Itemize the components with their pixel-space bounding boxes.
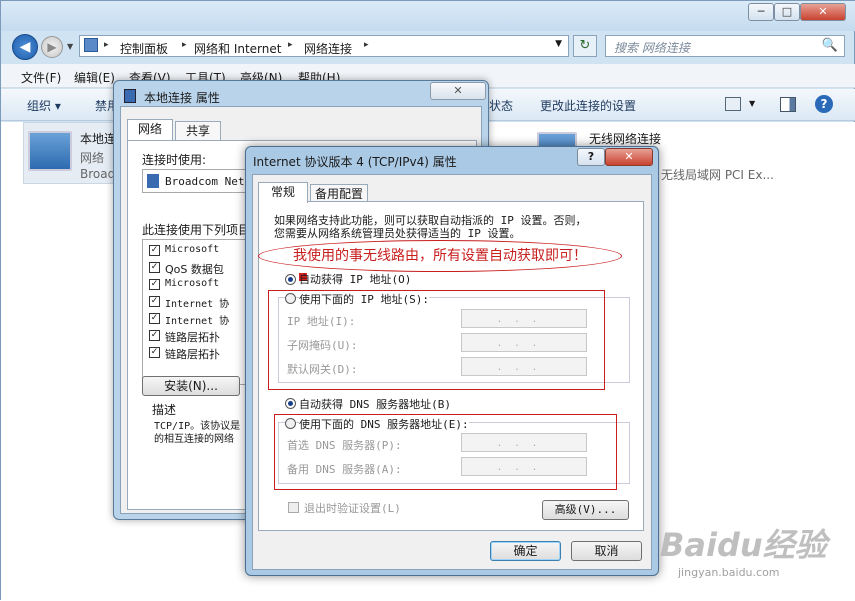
- checkbox[interactable]: ✓: [149, 313, 160, 324]
- forward-arrow-icon[interactable]: ▶: [41, 36, 63, 58]
- checkbox[interactable]: ✓: [149, 245, 160, 256]
- network-adapter-icon: [147, 174, 159, 188]
- close-button[interactable]: ✕: [800, 3, 846, 21]
- preview-pane-icon[interactable]: [780, 97, 796, 112]
- items-label: 此连接使用下列项目: [142, 223, 251, 237]
- adapter-name: Broadcom Net: [165, 175, 245, 188]
- checkbox[interactable]: ✓: [149, 330, 160, 341]
- subnet-mask-label: 子网掩码(U):: [287, 339, 358, 352]
- network-adapter-icon: [28, 131, 72, 171]
- advanced-button[interactable]: 高级(V)...: [542, 500, 629, 520]
- baidu-watermark: Baidu经验: [660, 526, 827, 564]
- cancel-button[interactable]: 取消: [571, 541, 642, 561]
- manual-dns-radio[interactable]: [285, 418, 296, 429]
- menu-file[interactable]: 文件(F): [21, 69, 61, 86]
- back-arrow-icon[interactable]: ◀: [12, 34, 38, 60]
- maximize-button[interactable]: □: [774, 3, 800, 21]
- ip-address-field[interactable]: ...: [461, 309, 587, 328]
- auto-dns-label[interactable]: 自动获得 DNS 服务器地址(B): [299, 396, 451, 412]
- dialog-title: 本地连接 属性: [144, 91, 220, 105]
- change-settings-button[interactable]: 更改此连接的设置: [540, 97, 636, 114]
- help-icon[interactable]: ?: [815, 95, 833, 113]
- preferred-dns-label: 首选 DNS 服务器(P):: [287, 439, 402, 452]
- validate-checkbox[interactable]: [288, 502, 299, 513]
- auto-dns-radio[interactable]: [285, 398, 296, 409]
- search-placeholder: 搜索 网络连接: [614, 41, 690, 55]
- connect-using-label: 连接时使用:: [142, 153, 207, 167]
- manual-ip-radio[interactable]: [285, 293, 296, 304]
- breadcrumb-item[interactable]: 控制面板: [120, 40, 168, 57]
- search-input[interactable]: 搜索 网络连接 🔍: [605, 35, 845, 57]
- chevron-down-icon[interactable]: ▼: [555, 39, 562, 49]
- network-icon: [124, 89, 136, 103]
- annotation-callout: 我使用的事无线路由，所有设置自动获取即可！: [258, 240, 622, 272]
- address-bar[interactable]: ▸ 控制面板 ▸ 网络和 Internet ▸ 网络连接 ▸ ▼: [79, 35, 569, 57]
- dialog-title: Internet 协议版本 4 (TCP/IPv4) 属性: [253, 155, 457, 169]
- minimize-button[interactable]: ─: [748, 3, 774, 21]
- chevron-down-icon[interactable]: ▼: [749, 99, 755, 108]
- preferred-dns-field[interactable]: ...: [461, 433, 587, 452]
- watermark-url: jingyan.baidu.com: [678, 566, 780, 579]
- intro-text: 您需要从网络系统管理员处获得适当的 IP 设置。: [274, 227, 521, 240]
- history-dropdown-icon[interactable]: ▼: [67, 42, 73, 51]
- checkbox[interactable]: ✓: [149, 262, 160, 273]
- description-text: 的相互连接的网络: [154, 434, 234, 445]
- adapter-field: Broadcom Net: [142, 169, 252, 193]
- adapter-status: 网络: [80, 151, 105, 165]
- close-button[interactable]: ✕: [430, 82, 486, 100]
- status-button[interactable]: 状态: [489, 97, 513, 114]
- alternate-dns-field[interactable]: ...: [461, 457, 587, 476]
- gateway-field[interactable]: ...: [461, 357, 587, 376]
- adapter-name: 本地连: [80, 132, 117, 146]
- breadcrumb-item[interactable]: 网络连接: [304, 40, 352, 57]
- tab-sharing[interactable]: 共享: [175, 121, 221, 141]
- menu-edit[interactable]: 编辑(E): [74, 69, 115, 86]
- search-icon[interactable]: 🔍: [822, 38, 838, 53]
- manual-ip-label[interactable]: 使用下面的 IP 地址(S):: [299, 291, 429, 307]
- install-button[interactable]: 安装(N)...: [142, 376, 240, 396]
- tab-network[interactable]: 网络: [127, 119, 173, 141]
- help-button[interactable]: ?: [577, 148, 605, 166]
- validate-label: 退出时验证设置(L): [304, 502, 401, 515]
- ip-address-label: IP 地址(I):: [287, 315, 356, 328]
- auto-ip-label[interactable]: 自动获得 IP 地址(O): [299, 271, 411, 287]
- subnet-mask-field[interactable]: ...: [461, 333, 587, 352]
- breadcrumb-item[interactable]: 网络和 Internet: [194, 40, 281, 57]
- manual-dns-label[interactable]: 使用下面的 DNS 服务器地址(E):: [299, 416, 469, 432]
- checkbox[interactable]: ✓: [149, 279, 160, 290]
- alternate-dns-label: 备用 DNS 服务器(A):: [287, 463, 402, 476]
- checkbox[interactable]: ✓: [149, 347, 160, 358]
- close-button[interactable]: ✕: [605, 148, 653, 166]
- component-list: ✓ Microsoft ✓ QoS 数据包 ✓ Microsoft ✓ Internet…: [142, 239, 252, 385]
- view-options-icon[interactable]: [725, 97, 741, 111]
- ok-button[interactable]: 确定: [490, 541, 561, 561]
- title-bar: [1, 1, 855, 31]
- auto-ip-radio[interactable]: [285, 274, 296, 285]
- adapter-device: Broad: [80, 167, 116, 181]
- control-panel-icon: [84, 38, 98, 52]
- organize-button[interactable]: 组织 ▾: [27, 97, 61, 114]
- gateway-label: 默认网关(D):: [287, 363, 358, 376]
- tab-general[interactable]: 常规: [258, 182, 308, 203]
- refresh-icon[interactable]: ↻: [573, 35, 597, 57]
- adapter-device: 无线局域网 PCI Ex...: [661, 168, 774, 182]
- description-title: 描述: [152, 403, 177, 417]
- adapter-name: 无线网络连接: [589, 132, 662, 146]
- checkbox[interactable]: ✓: [149, 296, 160, 307]
